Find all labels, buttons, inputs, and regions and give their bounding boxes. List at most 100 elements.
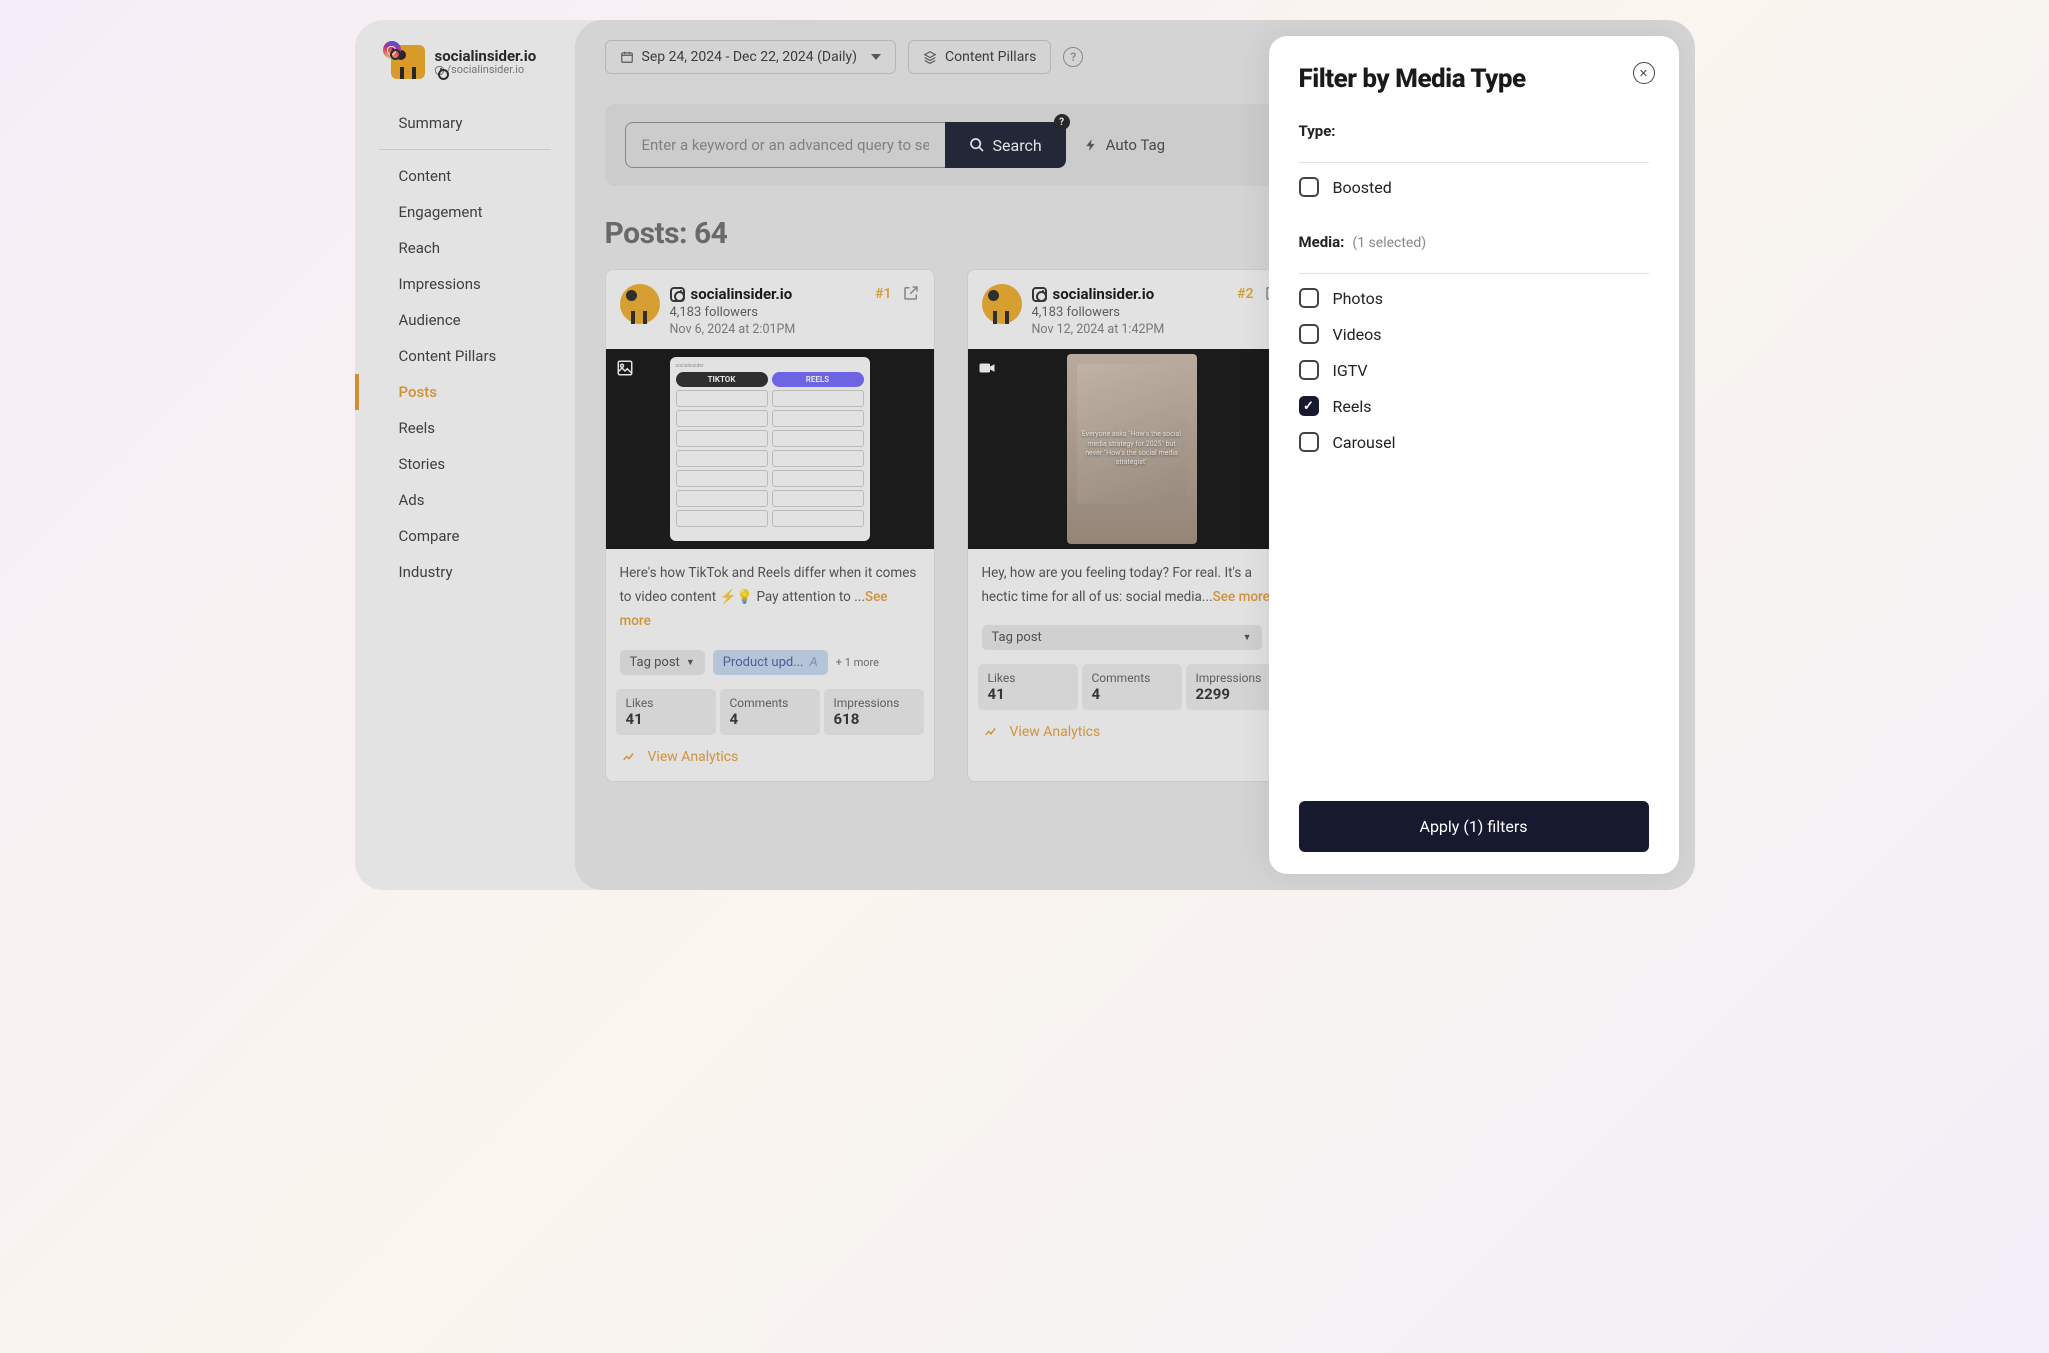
sidebar-item-industry[interactable]: Industry — [355, 554, 575, 590]
image-icon — [616, 359, 634, 377]
view-analytics-label: View Analytics — [1010, 724, 1101, 740]
instagram-icon — [435, 66, 444, 75]
sidebar-item-content-pillars[interactable]: Content Pillars — [355, 338, 575, 374]
content-pillars-label: Content Pillars — [945, 49, 1036, 65]
card-stats: Likes 41 Comments 4 Impressions 2299 — [968, 664, 1296, 710]
sidebar-item-compare[interactable]: Compare — [355, 518, 575, 554]
auto-tag-button[interactable]: Auto Tag — [1084, 136, 1165, 154]
stat-label: Comments — [1092, 671, 1172, 685]
stat-likes: Likes 41 — [616, 689, 716, 735]
help-icon[interactable]: ? — [1063, 47, 1083, 67]
checkbox-boosted[interactable]: Boosted — [1299, 169, 1649, 205]
stat-value: 41 — [988, 685, 1068, 703]
checkbox-icon — [1299, 177, 1319, 197]
brand-title: socialinsider.io — [435, 48, 537, 65]
checkbox-reels[interactable]: Reels — [1299, 388, 1649, 424]
card-account-name: socialinsider.io — [670, 284, 796, 304]
content-pillars-button[interactable]: Content Pillars — [908, 40, 1051, 74]
video-icon — [978, 359, 996, 377]
checkbox-igtv[interactable]: IGTV — [1299, 352, 1649, 388]
search-button[interactable]: Search — [945, 122, 1066, 168]
sidebar-item-posts[interactable]: Posts — [355, 374, 575, 410]
card-stats: Likes 41 Comments 4 Impressions 618 — [606, 689, 934, 735]
card-name-text: socialinsider.io — [691, 284, 793, 304]
checkbox-label: IGTV — [1333, 361, 1368, 380]
instagram-badge-icon — [383, 41, 401, 59]
side-nav: Summary Content Engagement Reach Impress… — [355, 99, 575, 590]
checkbox-photos[interactable]: Photos — [1299, 280, 1649, 316]
stat-label: Comments — [730, 696, 810, 710]
stat-label: Impressions — [834, 696, 914, 710]
chart-icon — [620, 750, 638, 764]
reel-caption-overlay: Everyone asks "How's the social media st… — [1067, 430, 1197, 466]
checkbox-videos[interactable]: Videos — [1299, 316, 1649, 352]
search-help-icon[interactable]: ? — [1054, 114, 1070, 130]
tag-chip-label: Product upd... — [723, 655, 804, 670]
brand-handle-text: /socialinsider.io — [447, 64, 525, 76]
avatar-icon — [982, 284, 1022, 324]
stat-label: Likes — [988, 671, 1068, 685]
sidebar-item-ads[interactable]: Ads — [355, 482, 575, 518]
sidebar-item-impressions[interactable]: Impressions — [355, 266, 575, 302]
card-followers: 4,183 followers — [670, 304, 796, 322]
rank-badge: #2 — [1237, 286, 1253, 302]
date-range-picker[interactable]: Sep 24, 2024 - Dec 22, 2024 (Daily) — [605, 40, 897, 74]
view-analytics-link[interactable]: View Analytics — [982, 724, 1282, 740]
post-card: socialinsider.io 4,183 followers Nov 12,… — [967, 269, 1297, 782]
brand-handle: /socialinsider.io — [435, 64, 537, 76]
post-media[interactable]: Everyone asks "How's the social media st… — [968, 349, 1296, 549]
checkbox-icon — [1299, 396, 1319, 416]
card-name-text: socialinsider.io — [1053, 284, 1155, 304]
sidebar-item-audience[interactable]: Audience — [355, 302, 575, 338]
sidebar-item-content[interactable]: Content — [355, 158, 575, 194]
stat-comments: Comments 4 — [1082, 664, 1182, 710]
tag-post-dropdown[interactable]: Tag post ▼ — [620, 650, 705, 675]
checkbox-icon — [1299, 432, 1319, 452]
search-combo: Search ? — [625, 122, 1066, 168]
panel-title: Filter by Media Type — [1299, 64, 1649, 94]
sidebar-item-reach[interactable]: Reach — [355, 230, 575, 266]
apply-filters-button[interactable]: Apply (1) filters — [1299, 801, 1649, 852]
card-date: Nov 12, 2024 at 1:42PM — [1032, 322, 1165, 339]
post-media[interactable]: socialinsider TIKTOKREELS — [606, 349, 934, 549]
tag-post-dropdown[interactable]: Tag post ▼ — [982, 625, 1262, 650]
date-range-text: Sep 24, 2024 - Dec 22, 2024 (Daily) — [642, 49, 858, 65]
media-selected-count: (1 selected) — [1352, 235, 1426, 251]
checkbox-carousel[interactable]: Carousel — [1299, 424, 1649, 460]
checkbox-label: Reels — [1333, 397, 1372, 416]
sidebar-item-summary[interactable]: Summary — [355, 105, 575, 141]
tag-post-label: Tag post — [992, 630, 1042, 645]
sidebar-item-stories[interactable]: Stories — [355, 446, 575, 482]
checkbox-icon — [1299, 288, 1319, 308]
stat-label: Impressions — [1196, 671, 1276, 685]
close-button[interactable]: ✕ — [1633, 62, 1655, 84]
calendar-icon — [620, 50, 634, 64]
sidebar-item-reels[interactable]: Reels — [355, 410, 575, 446]
stat-value: 4 — [1092, 685, 1172, 703]
stat-value: 4 — [730, 710, 810, 728]
view-analytics-label: View Analytics — [648, 749, 739, 765]
sidebar-item-engagement[interactable]: Engagement — [355, 194, 575, 230]
avatar-icon — [620, 284, 660, 324]
brand-block: socialinsider.io /socialinsider.io — [355, 45, 575, 99]
card-date: Nov 6, 2024 at 2:01PM — [670, 322, 796, 339]
card-header: socialinsider.io 4,183 followers Nov 6, … — [606, 270, 934, 349]
more-tags[interactable]: + 1 more — [836, 656, 879, 669]
search-input[interactable] — [625, 122, 945, 168]
filter-panel: ✕ Filter by Media Type Type: Boosted Med… — [1269, 36, 1679, 874]
tag-chip[interactable]: Product upd... A — [713, 650, 828, 675]
search-icon — [969, 137, 985, 153]
posts-heading-prefix: Posts: — [605, 216, 694, 251]
bolt-icon — [1084, 137, 1098, 153]
card-tags: Tag post ▼ — [968, 621, 1296, 664]
tag-post-label: Tag post — [630, 655, 680, 670]
divider — [379, 149, 551, 150]
app-window: socialinsider.io /socialinsider.io Summa… — [355, 20, 1695, 890]
post-media-mock: Everyone asks "How's the social media st… — [1067, 354, 1197, 544]
search-button-label: Search — [993, 136, 1042, 155]
external-link-icon[interactable] — [902, 284, 920, 302]
view-analytics-link[interactable]: View Analytics — [620, 749, 920, 765]
type-section-label: Type: — [1299, 122, 1649, 140]
see-more-link[interactable]: See more — [1213, 589, 1270, 605]
caption-text: Hey, how are you feeling today? For real… — [982, 565, 1253, 605]
